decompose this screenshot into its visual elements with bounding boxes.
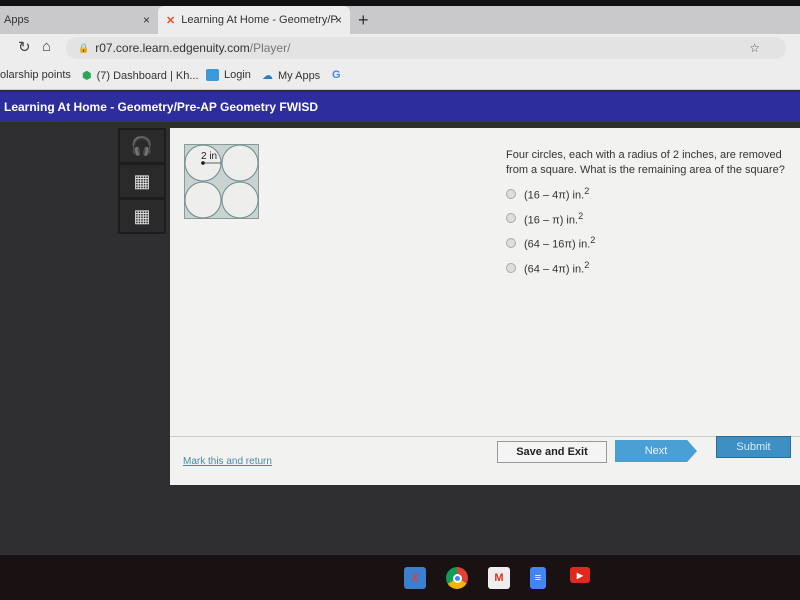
mark-and-return-link[interactable]: Mark this and return (183, 456, 272, 467)
radio-button[interactable] (506, 238, 516, 249)
home-icon[interactable]: ⌂ (42, 38, 51, 55)
bookmark-google[interactable]: G (332, 69, 341, 81)
divider (170, 436, 800, 437)
question-text: Four circles, each with a radius of 2 in… (506, 149, 785, 176)
answer-option[interactable]: (16 – π) in.2 (506, 209, 786, 229)
tool-sidebar: 🎧 ▦ ▦ (118, 128, 166, 234)
bookmark-login[interactable]: Login (206, 69, 251, 81)
question-panel: 2 in Four circles, each with a radius of… (170, 128, 800, 485)
radio-button[interactable] (506, 213, 516, 224)
login-icon (206, 69, 219, 81)
next-button[interactable]: Next (615, 440, 697, 462)
tab-bar: Apps × ✕ Learning At Home - Geometry/P ×… (0, 6, 800, 34)
calculator-icon[interactable]: ▦ (120, 165, 164, 197)
reload-icon[interactable]: ↻ (18, 38, 31, 56)
star-icon[interactable]: ☆ (749, 41, 760, 55)
tab-edgenuity[interactable]: ✕ Learning At Home - Geometry/P × (158, 6, 350, 34)
answer-option[interactable]: (64 – 4π) in.2 (506, 258, 786, 278)
gmail-icon[interactable]: M (488, 567, 510, 589)
option-label: (16 – 4π) in.2 (524, 186, 590, 202)
address-row: ↻ ⌂ 🔒 r07.core.learn.edgenuity.com/Playe… (0, 34, 800, 62)
bookmark-scholarship[interactable]: olarship points (0, 69, 71, 81)
address-bar[interactable]: 🔒 r07.core.learn.edgenuity.com/Player/ ☆ (66, 37, 786, 59)
bookmark-label: olarship points (0, 69, 71, 81)
submit-button[interactable]: Submit (716, 436, 791, 458)
bookmark-my-apps[interactable]: ☁ My Apps (262, 69, 321, 83)
page-title: Learning At Home - Geometry/Pre-AP Geome… (4, 100, 319, 114)
circle (184, 181, 222, 219)
answer-option[interactable]: (64 – 16π) in.2 (506, 233, 786, 253)
google-icon: G (332, 69, 341, 81)
close-icon[interactable]: × (335, 13, 342, 27)
bookmark-dashboard[interactable]: ⬢ (7) Dashboard | Kh... (82, 69, 199, 83)
radio-button[interactable] (506, 188, 516, 199)
youtube-icon[interactable]: ▶ (570, 567, 590, 583)
bookmark-label: (7) Dashboard | Kh... (96, 69, 199, 82)
question-block: Four circles, each with a radius of 2 in… (506, 148, 786, 278)
new-tab-button[interactable]: + (358, 10, 369, 31)
calculator-icon[interactable]: ▦ (120, 200, 164, 232)
circles-in-square-diagram: 2 in (184, 144, 259, 219)
bookmark-label: Login (224, 69, 251, 81)
bookmarks-bar: olarship points ⬢ (7) Dashboard | Kh... L… (0, 62, 800, 90)
lock-icon: 🔒 (78, 42, 90, 53)
option-label: (16 – π) in.2 (524, 210, 584, 227)
tab-apps[interactable]: Apps × (0, 6, 158, 34)
radio-button[interactable] (506, 262, 516, 273)
bookmark-label: My Apps (278, 69, 321, 82)
radius-label: 2 in (201, 151, 217, 162)
chrome-icon[interactable] (446, 567, 468, 589)
answer-option[interactable]: (16 – 4π) in.2 (506, 184, 786, 204)
edgenuity-app-icon[interactable]: X (404, 567, 426, 589)
khan-icon: ⬢ (82, 70, 92, 82)
cloud-icon: ☁ (262, 70, 273, 82)
save-and-exit-button[interactable]: Save and Exit (497, 441, 607, 463)
url-path: /Player/ (249, 41, 291, 55)
headphones-icon[interactable]: 🎧 (120, 130, 164, 162)
circle (221, 181, 259, 219)
tab-label: Learning At Home - Geometry/P (181, 14, 338, 26)
option-label: (64 – 16π) in.2 (524, 235, 596, 251)
circle (221, 144, 259, 182)
page-header: Learning At Home - Geometry/Pre-AP Geome… (0, 92, 800, 122)
close-icon[interactable]: × (143, 13, 150, 27)
os-shelf: X M ≡ ▶ (0, 555, 800, 600)
url-host: r07.core.learn.edgenuity.com (95, 41, 250, 55)
option-label: (64 – 4π) in.2 (524, 259, 590, 276)
docs-icon[interactable]: ≡ (530, 567, 546, 589)
tab-label: Apps (4, 14, 30, 26)
edgenuity-logo-icon: ✕ (166, 14, 176, 27)
